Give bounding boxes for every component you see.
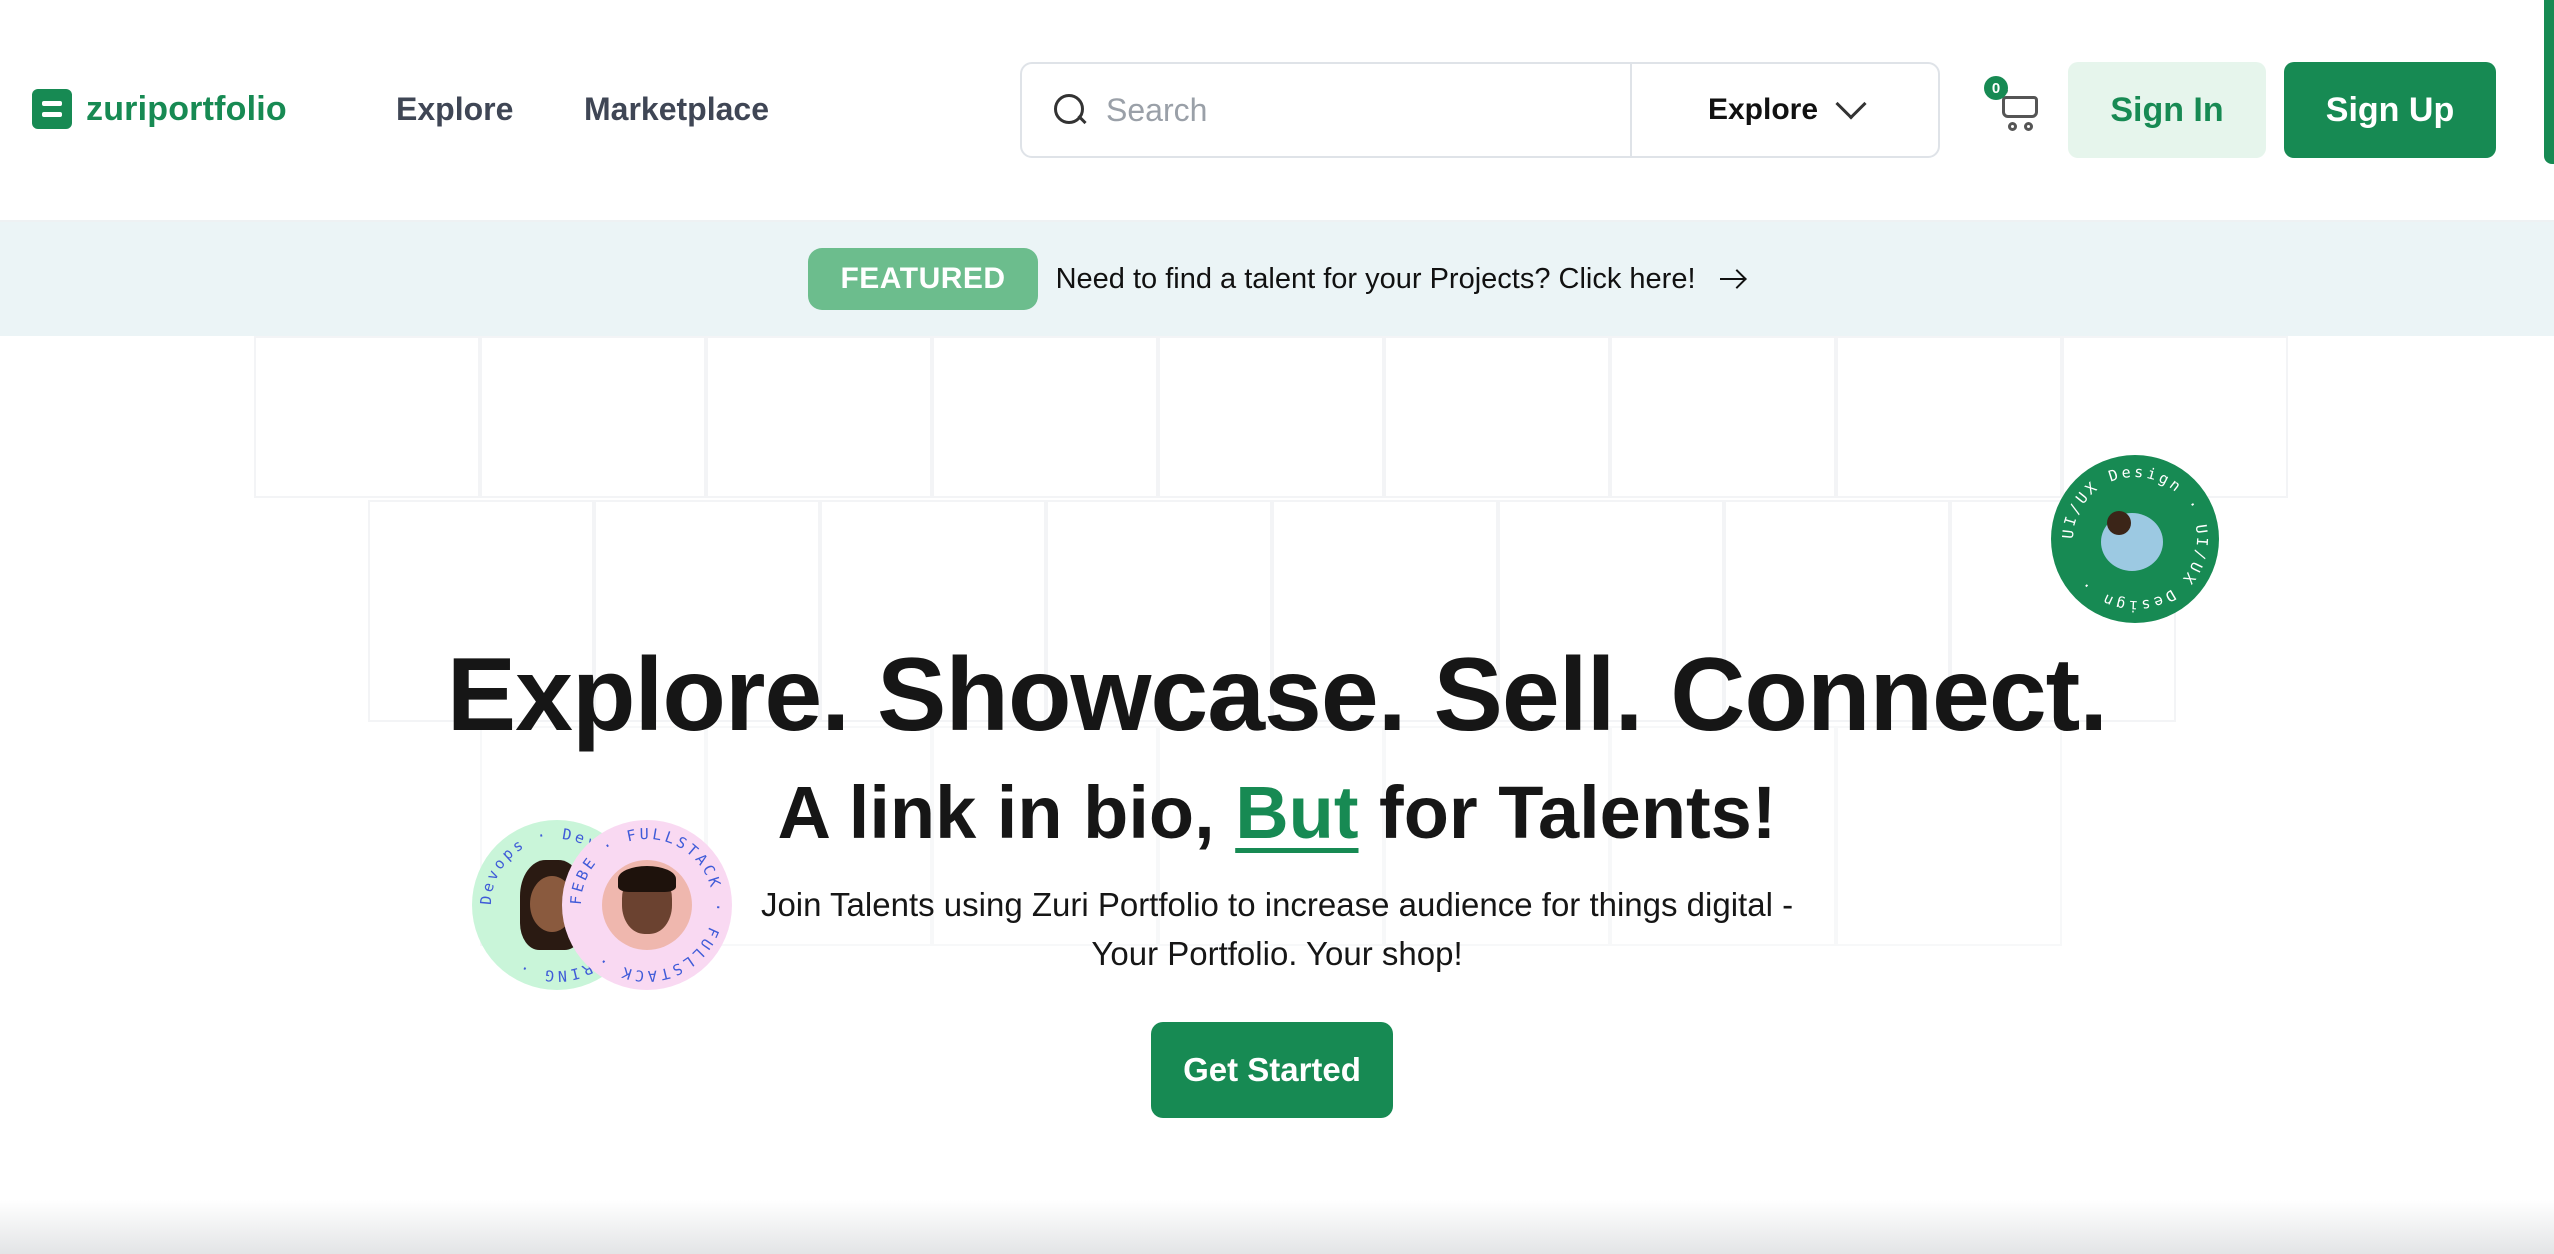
sign-up-button[interactable]: Sign Up <box>2284 62 2496 158</box>
sign-in-button[interactable]: Sign In <box>2068 62 2266 158</box>
scrollbar-thumb[interactable] <box>2544 0 2554 164</box>
uiux-talent-badge: UI/UX Design · UI/UX Design · <box>2051 455 2219 623</box>
avatar-hair <box>618 866 676 892</box>
cart-wheel <box>2024 122 2033 131</box>
top-navbar: zuriportfolio Explore Marketplace Explor… <box>0 0 2554 222</box>
cart-wheel <box>2008 122 2017 131</box>
grid-cell <box>254 336 480 498</box>
grid-row <box>254 336 2288 498</box>
arrow-right-icon <box>1719 269 1746 289</box>
grid-cell <box>1836 336 2062 498</box>
grid-cell <box>480 336 706 498</box>
grid-cell <box>932 336 1158 498</box>
featured-banner[interactable]: FEATURED Need to find a talent for your … <box>0 222 2554 336</box>
avatar-head <box>2107 511 2131 535</box>
search-field-wrapper[interactable] <box>1022 64 1632 156</box>
hero-headline: Explore. Showcase. Sell. Connect. <box>446 637 2108 753</box>
grid-cell <box>706 336 932 498</box>
hero-subheadline-start: A link in bio, <box>777 771 1236 854</box>
featured-badge: FEATURED <box>808 248 1038 310</box>
cart-count-badge: 0 <box>1984 76 2008 100</box>
search-input[interactable] <box>1106 91 1606 129</box>
cart-icon <box>2002 96 2038 118</box>
search-icon <box>1052 92 1088 128</box>
search-category-label: Explore <box>1707 93 1819 126</box>
hero-description: Join Talents using Zuri Portfolio to inc… <box>760 886 1794 972</box>
featured-banner-text: Need to find a talent for your Projects?… <box>1055 262 1696 295</box>
cart-button[interactable]: 0 <box>1984 76 2046 134</box>
logo-link[interactable]: zuriportfolio <box>32 89 287 129</box>
chevron-down-icon <box>1835 88 1867 120</box>
hero-subheadline: A link in bio, But for Talents! <box>0 770 2554 855</box>
hero-subheadline-accent: But <box>1235 771 1359 854</box>
search-bar: Explore <box>1020 62 1940 158</box>
get-started-button[interactable]: Get Started <box>1151 1022 1393 1118</box>
grid-cell <box>1610 336 1836 498</box>
nav-explore-link[interactable]: Explore <box>396 91 513 128</box>
grid-cell <box>1158 336 1384 498</box>
nav-marketplace-link[interactable]: Marketplace <box>584 91 769 128</box>
page-fold-shadow <box>0 1200 2554 1254</box>
logo-text: zuriportfolio <box>86 89 287 128</box>
grid-cell <box>1384 336 1610 498</box>
hero-subheadline-end: for Talents! <box>1358 771 1777 854</box>
search-category-dropdown[interactable]: Explore <box>1632 64 1938 156</box>
logo-icon <box>32 89 72 129</box>
